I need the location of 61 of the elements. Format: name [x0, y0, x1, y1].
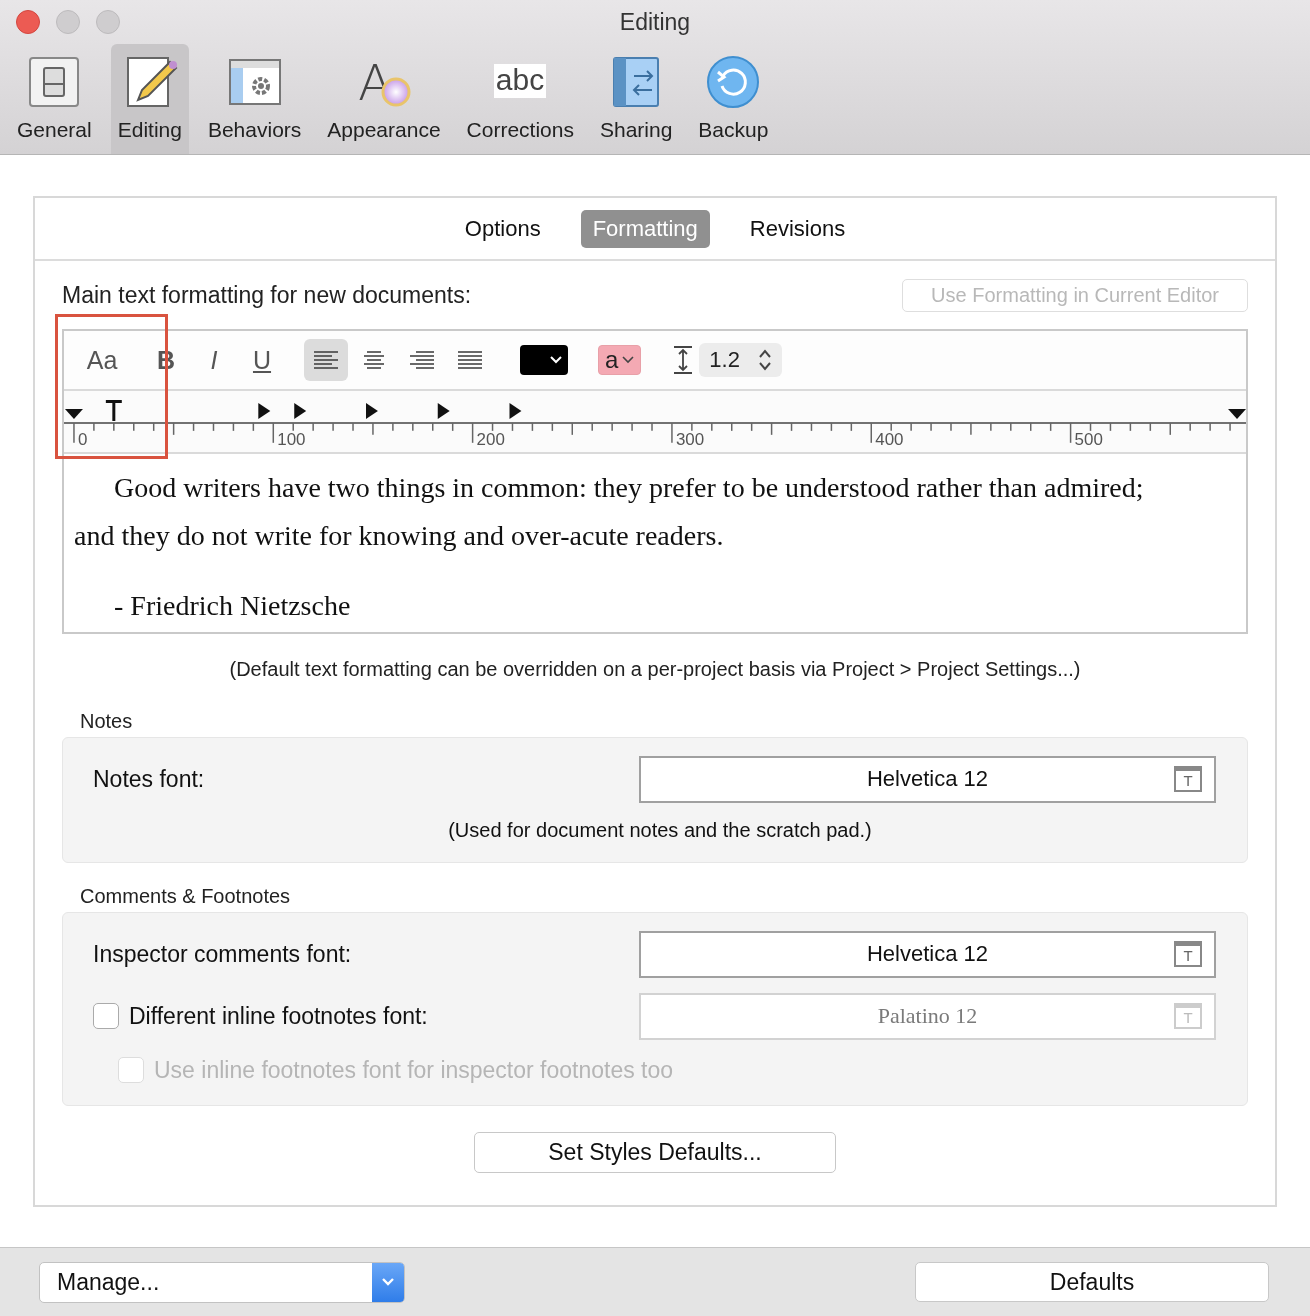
preview-text: - Friedrich Nietzsche: [113, 589, 352, 623]
first-line-indent-marker[interactable]: [105, 399, 122, 421]
left-indent-marker[interactable]: [65, 408, 83, 419]
font-panel-icon[interactable]: T: [1174, 940, 1202, 967]
segment-tab[interactable]: Options: [452, 209, 553, 248]
highlight-color-button[interactable]: a: [598, 345, 642, 375]
toolbar-tab[interactable]: General: [10, 44, 99, 154]
close-button[interactable]: [16, 10, 40, 34]
align-left-icon: [314, 350, 338, 370]
font-value: Helvetica 12: [866, 766, 989, 792]
toolbar-tab[interactable]: Backup: [691, 44, 776, 154]
toolbar-tab[interactable]: Sharing: [592, 44, 680, 154]
info-text: (Default text formatting can be overridden on a per-project basis via Project > Project Settings...): [228, 658, 1082, 682]
right-indent-marker[interactable]: [1228, 408, 1246, 419]
manage-popup[interactable]: Manage...: [39, 1261, 405, 1303]
align-justify-icon: [458, 350, 482, 370]
chevron-icon: [381, 1277, 395, 1287]
checkbox-label: Different inline footnotes font:: [129, 1002, 428, 1030]
line-spacing-stepper[interactable]: 1.2: [699, 343, 782, 377]
align-left-button[interactable]: [304, 339, 348, 381]
ruler-label: 400: [875, 429, 904, 449]
font-panel-icon[interactable]: T: [1174, 765, 1202, 792]
align-center-icon: [362, 350, 386, 370]
section-heading: Main text formatting for new documents:: [62, 281, 472, 309]
align-right-icon: [410, 350, 434, 370]
italic-button[interactable]: I: [192, 339, 236, 381]
ruler-label: 300: [675, 429, 705, 449]
group-title: Notes: [80, 710, 134, 733]
field-label: Notes font:: [93, 765, 205, 793]
font-value: Helvetica 12: [866, 941, 989, 967]
tab-stop-marker[interactable]: [366, 402, 378, 419]
ruler-label: 200: [476, 429, 505, 449]
font-value: Palatino 12: [877, 1003, 978, 1029]
ruler-label: 100: [277, 429, 306, 449]
toolbar-tab[interactable]: Editing: [110, 44, 189, 154]
defaults-button[interactable]: Defaults: [915, 1262, 1269, 1302]
toolbar-tab[interactable]: abc Corrections: [459, 44, 581, 154]
tab-stop-marker[interactable]: [294, 402, 307, 419]
window-title: Editing: [619, 8, 691, 36]
set-styles-button[interactable]: Set Styles Defaults...: [474, 1132, 836, 1173]
stepper-arrows-icon: [757, 348, 772, 372]
field-label: Inspector comments font:: [93, 940, 352, 968]
font-field[interactable]: Helvetica 12 T: [639, 930, 1216, 978]
tab-stop-marker[interactable]: [437, 402, 450, 419]
preview-text: Good writers have two things in common: they prefer to be understood rather than admired; and they do not write for knowing and over-acute readers.: [74, 471, 1145, 553]
caption-text: (Used for document notes and the scratch pad.): [448, 818, 872, 842]
ruler-label: 0: [77, 429, 88, 449]
underline-button[interactable]: U: [240, 339, 284, 381]
checkbox[interactable]: [93, 1003, 119, 1029]
chevron-icon: [622, 356, 635, 364]
segment-tab[interactable]: Revisions: [737, 209, 858, 248]
tab-stop-marker[interactable]: [509, 402, 522, 419]
text-color-well[interactable]: [520, 345, 568, 375]
toolbar-tab[interactable]: Behaviors: [200, 44, 309, 154]
font-button[interactable]: Aa: [80, 339, 124, 381]
ruler-label: 500: [1074, 429, 1103, 449]
tab-stop-marker[interactable]: [258, 402, 271, 419]
checkbox-label: Use inline footnotes font for inspector footnotes too: [154, 1056, 674, 1084]
group-title: Comments & Footnotes: [80, 885, 292, 908]
chevron-icon: [550, 356, 562, 364]
font-field[interactable]: Helvetica 12 T: [639, 755, 1216, 803]
